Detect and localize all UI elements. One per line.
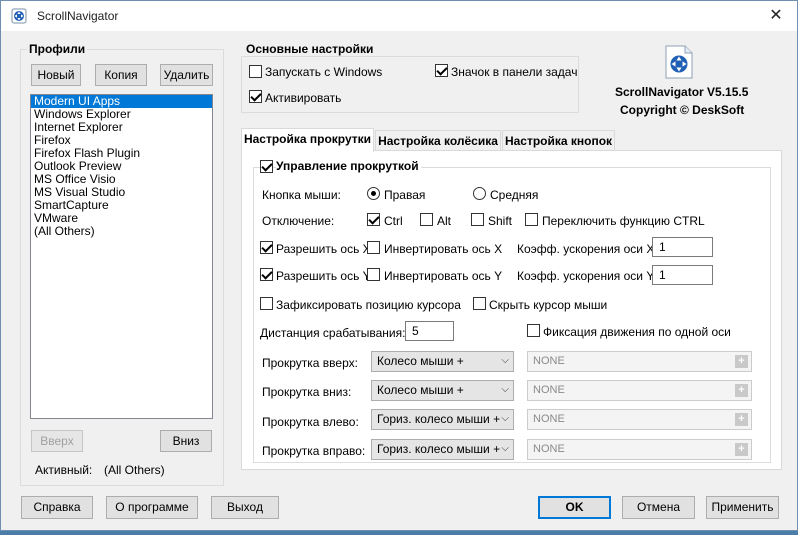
single-axis-label: Фиксация движения по одной оси [543,325,731,339]
scroll-up-value: Колесо мыши + [377,354,464,368]
toggle-ctrl-label: Переключить функцию CTRL [542,214,705,228]
scroll-control-label: Управление прокруткой [276,159,421,173]
window-title: ScrollNavigator [37,9,119,23]
help-button[interactable]: Справка [21,496,93,519]
toggle-ctrl-checkbox[interactable] [525,213,538,226]
invert-x-label: Инвертировать ось X [384,242,503,256]
scroll-control-checkbox[interactable] [260,160,273,173]
shift-checkbox[interactable] [471,213,484,226]
active-profile-label: Активный: [35,463,93,477]
scroll-right-modifier-value: NONE [533,443,565,455]
alt-label: Alt [437,214,452,228]
scroll-right-label: Прокрутка вправо: [262,444,366,458]
active-profile-value: (All Others) [104,463,165,477]
invert-y-label: Инвертировать ось Y [384,269,503,283]
fix-cursor-checkbox[interactable] [260,297,273,310]
move-up-button[interactable]: Вверх [31,430,83,452]
fix-cursor-label: Зафиксировать позицию курсора [276,298,461,312]
desktop-background [0,531,798,535]
main-settings-title: Основные настройки [244,42,376,56]
exit-button[interactable]: Выход [211,496,279,519]
mouse-button-label: Кнопка мыши: [262,188,341,202]
accel-x-input[interactable]: 1 [652,237,713,257]
scroll-left-modifier: NONE + [527,409,752,430]
move-down-button[interactable]: Вниз [160,430,212,452]
close-button[interactable]: ✕ [765,5,787,27]
product-logo-icon [665,45,693,79]
disable-label: Отключение: [262,214,335,228]
start-with-windows-label: Запускать с Windows [265,65,383,79]
scroll-up-modifier: NONE + [527,351,752,372]
right-button-label: Правая [384,188,426,202]
profile-list[interactable]: Modern UI Apps Windows Explorer Internet E… [30,94,213,419]
product-copyright: Copyright © DeskSoft [620,103,745,117]
scroll-left-value: Гориз. колесо мыши + [377,412,501,426]
ok-button[interactable]: OK [538,496,611,519]
allow-y-label: Разрешить ось Y [276,269,371,283]
invert-y-checkbox[interactable] [367,268,380,281]
scroll-right-value: Гориз. колесо мыши + [377,442,501,456]
allow-x-label: Разрешить ось X [276,242,371,256]
delete-profile-button[interactable]: Удалить [160,64,213,86]
scroll-right-modifier: NONE + [527,439,752,460]
cancel-button[interactable]: Отмена [622,496,695,519]
scroll-down-select[interactable]: Колесо мыши + ⌵ [371,380,514,401]
ctrl-checkbox[interactable] [367,213,380,226]
plus-icon: + [735,384,748,397]
profiles-group-title: Профили [27,42,88,56]
allow-x-checkbox[interactable] [260,241,273,254]
right-button-radio[interactable] [367,187,380,200]
single-axis-checkbox[interactable] [527,324,540,337]
distance-label: Дистанция срабатывания: [260,326,406,340]
scroll-left-label: Прокрутка влево: [262,415,359,429]
plus-icon: + [735,355,748,368]
accel-y-input[interactable]: 1 [652,265,713,285]
scroll-left-select[interactable]: Гориз. колесо мыши + ⌵ [371,409,514,430]
middle-button-label: Средняя [490,188,539,202]
scroll-up-label: Прокрутка вверх: [262,356,358,370]
distance-input[interactable]: 5 [405,321,454,341]
accel-y-label: Коэфф. ускорения оси Y [517,269,655,283]
hide-cursor-label: Скрыть курсор мыши [489,298,608,312]
invert-x-checkbox[interactable] [367,241,380,254]
scroll-down-modifier-value: NONE [533,384,565,396]
hide-cursor-checkbox[interactable] [473,297,486,310]
scrollnavigator-window: ScrollNavigator ✕ Профили Новый Копия Уд… [0,0,798,531]
scroll-up-select[interactable]: Колесо мыши + ⌵ [371,351,514,372]
plus-icon: + [735,443,748,456]
accel-x-label: Коэфф. ускорения оси X [517,242,655,256]
tray-icon-checkbox[interactable] [435,64,448,77]
activate-label: Активировать [265,91,342,105]
tab-scroll-settings[interactable]: Настройка прокрутки [241,128,374,152]
plus-icon: + [735,413,748,426]
app-icon [11,8,27,24]
alt-checkbox[interactable] [420,213,433,226]
shift-label: Shift [488,214,513,228]
tab-button-settings[interactable]: Настройка кнопок [502,130,615,152]
allow-y-checkbox[interactable] [260,268,273,281]
product-version: ScrollNavigator V5.15.5 [615,85,749,99]
chevron-down-icon: ⌵ [501,384,509,395]
new-profile-button[interactable]: Новый [31,64,81,86]
copy-profile-button[interactable]: Копия [95,64,147,86]
scroll-left-modifier-value: NONE [533,413,565,425]
scroll-right-select[interactable]: Гориз. колесо мыши + ⌵ [371,439,514,460]
scroll-up-modifier-value: NONE [533,355,565,367]
tray-icon-label: Значок в панели задач [451,65,578,79]
start-with-windows-checkbox[interactable] [249,65,262,78]
chevron-down-icon: ⌵ [501,443,509,454]
scroll-down-value: Колесо мыши + [377,383,464,397]
title-bar: ScrollNavigator ✕ [1,1,797,31]
scroll-down-modifier: NONE + [527,380,752,401]
chevron-down-icon: ⌵ [501,413,509,424]
chevron-down-icon: ⌵ [501,355,509,366]
ctrl-label: Ctrl [384,214,403,228]
scroll-down-label: Прокрутка вниз: [262,385,352,399]
profile-list-item[interactable]: (All Others) [31,225,212,238]
apply-button[interactable]: Применить [706,496,779,519]
tab-wheel-settings[interactable]: Настройка колёсика [375,130,501,152]
activate-checkbox[interactable] [249,90,262,103]
about-button[interactable]: О программе [106,496,198,519]
middle-button-radio[interactable] [473,187,486,200]
